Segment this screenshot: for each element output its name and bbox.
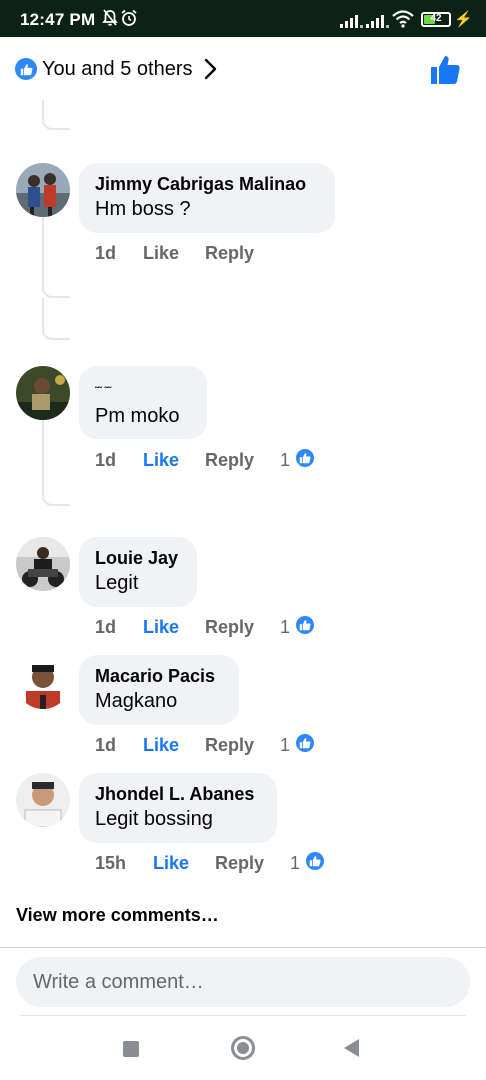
reactions-summary[interactable]: You and 5 others [42, 58, 193, 81]
comment-time: 15h [95, 853, 127, 873]
reply-link[interactable]: Reply [205, 243, 254, 264]
divider [20, 1015, 466, 1016]
comment-text: Legit [95, 572, 139, 594]
comment-bubble[interactable]: Jimmy Cabrigas Malinao Hm boss ? [79, 163, 335, 233]
alarm-icon [120, 9, 138, 32]
comment-author[interactable]: Louie Jay [95, 546, 181, 570]
avatar[interactable] [16, 655, 70, 709]
mute-bell-icon [102, 9, 118, 32]
like-icon [294, 614, 316, 636]
divider [0, 947, 486, 948]
like-link[interactable]: Like [153, 853, 189, 874]
thread-line [42, 298, 70, 340]
comment-input[interactable] [33, 957, 453, 1007]
recent-apps-icon[interactable] [123, 1041, 139, 1057]
comment-actions: 1d Like Reply [95, 243, 395, 269]
like-count[interactable]: 1 [280, 735, 290, 756]
comment-time: 1d [95, 450, 117, 470]
comment-bubble[interactable]: Louie Jay Legit [79, 537, 197, 607]
avatar[interactable] [16, 163, 70, 217]
reply-link[interactable]: Reply [205, 735, 254, 756]
home-icon[interactable] [231, 1036, 255, 1060]
comment-actions: 1d Like Reply 1 [95, 447, 395, 476]
comment-text: Magkano [95, 690, 178, 712]
like-icon [15, 58, 37, 80]
system-nav-bar [0, 1020, 486, 1080]
like-count[interactable]: 1 [290, 853, 300, 874]
comment-author[interactable]: ˜˜ ˜˜ [95, 375, 191, 403]
comment-time: 1d [95, 243, 117, 263]
reactions-bar[interactable]: You and 5 others [0, 37, 486, 99]
comment-actions: 15h Like Reply 1 [95, 850, 395, 879]
comment-author[interactable]: Macario Pacis [95, 664, 223, 688]
charging-icon: ⚡ [454, 11, 473, 28]
like-link[interactable]: Like [143, 735, 179, 756]
signal-icon [340, 14, 363, 28]
comment-actions: 1d Like Reply 1 [95, 732, 395, 761]
comment-text: Legit bossing [95, 808, 213, 830]
avatar[interactable] [16, 366, 70, 420]
comment-text: Hm boss ? [95, 198, 191, 220]
comment-time: 1d [95, 735, 117, 755]
like-icon [294, 447, 316, 469]
comment-actions: 1d Like Reply 1 [95, 614, 395, 643]
chevron-right-icon[interactable] [203, 57, 219, 81]
avatar[interactable] [16, 773, 70, 827]
comment-author[interactable]: Jhondel L. Abanes [95, 782, 261, 806]
avatar[interactable] [16, 537, 70, 591]
back-icon[interactable] [344, 1039, 359, 1057]
comment-bubble[interactable]: Macario Pacis Magkano [79, 655, 239, 725]
clock: 12:47 PM [20, 10, 96, 29]
signal-icon [366, 14, 389, 28]
reply-link[interactable]: Reply [205, 450, 254, 471]
battery-level: 42 [430, 13, 442, 24]
comment-bubble[interactable]: Jhondel L. Abanes Legit bossing [79, 773, 277, 843]
like-count[interactable]: 1 [280, 617, 290, 638]
wifi-icon [392, 10, 414, 28]
comment-time: 1d [95, 617, 117, 637]
reply-link[interactable]: Reply [215, 853, 264, 874]
like-icon [304, 850, 326, 872]
reply-link[interactable]: Reply [205, 617, 254, 638]
comment-text: Pm moko [95, 405, 180, 427]
thread-line [42, 460, 70, 506]
like-link[interactable]: Like [143, 617, 179, 638]
thread-line [42, 270, 70, 298]
like-link[interactable]: Like [143, 243, 179, 264]
status-bar: 12:47 PM 42 ⚡ [0, 0, 486, 37]
like-icon [294, 732, 316, 754]
comment-bubble[interactable]: ˜˜ ˜˜ Pm moko [79, 366, 207, 439]
like-link[interactable]: Like [143, 450, 179, 471]
like-count[interactable]: 1 [280, 450, 290, 471]
view-more-comments-link[interactable]: View more comments… [16, 905, 219, 926]
battery-icon: 42 [421, 12, 451, 27]
comment-composer[interactable] [16, 957, 470, 1007]
thread-line [42, 100, 70, 130]
comment-author[interactable]: Jimmy Cabrigas Malinao [95, 172, 319, 196]
like-button-icon[interactable] [430, 55, 460, 85]
